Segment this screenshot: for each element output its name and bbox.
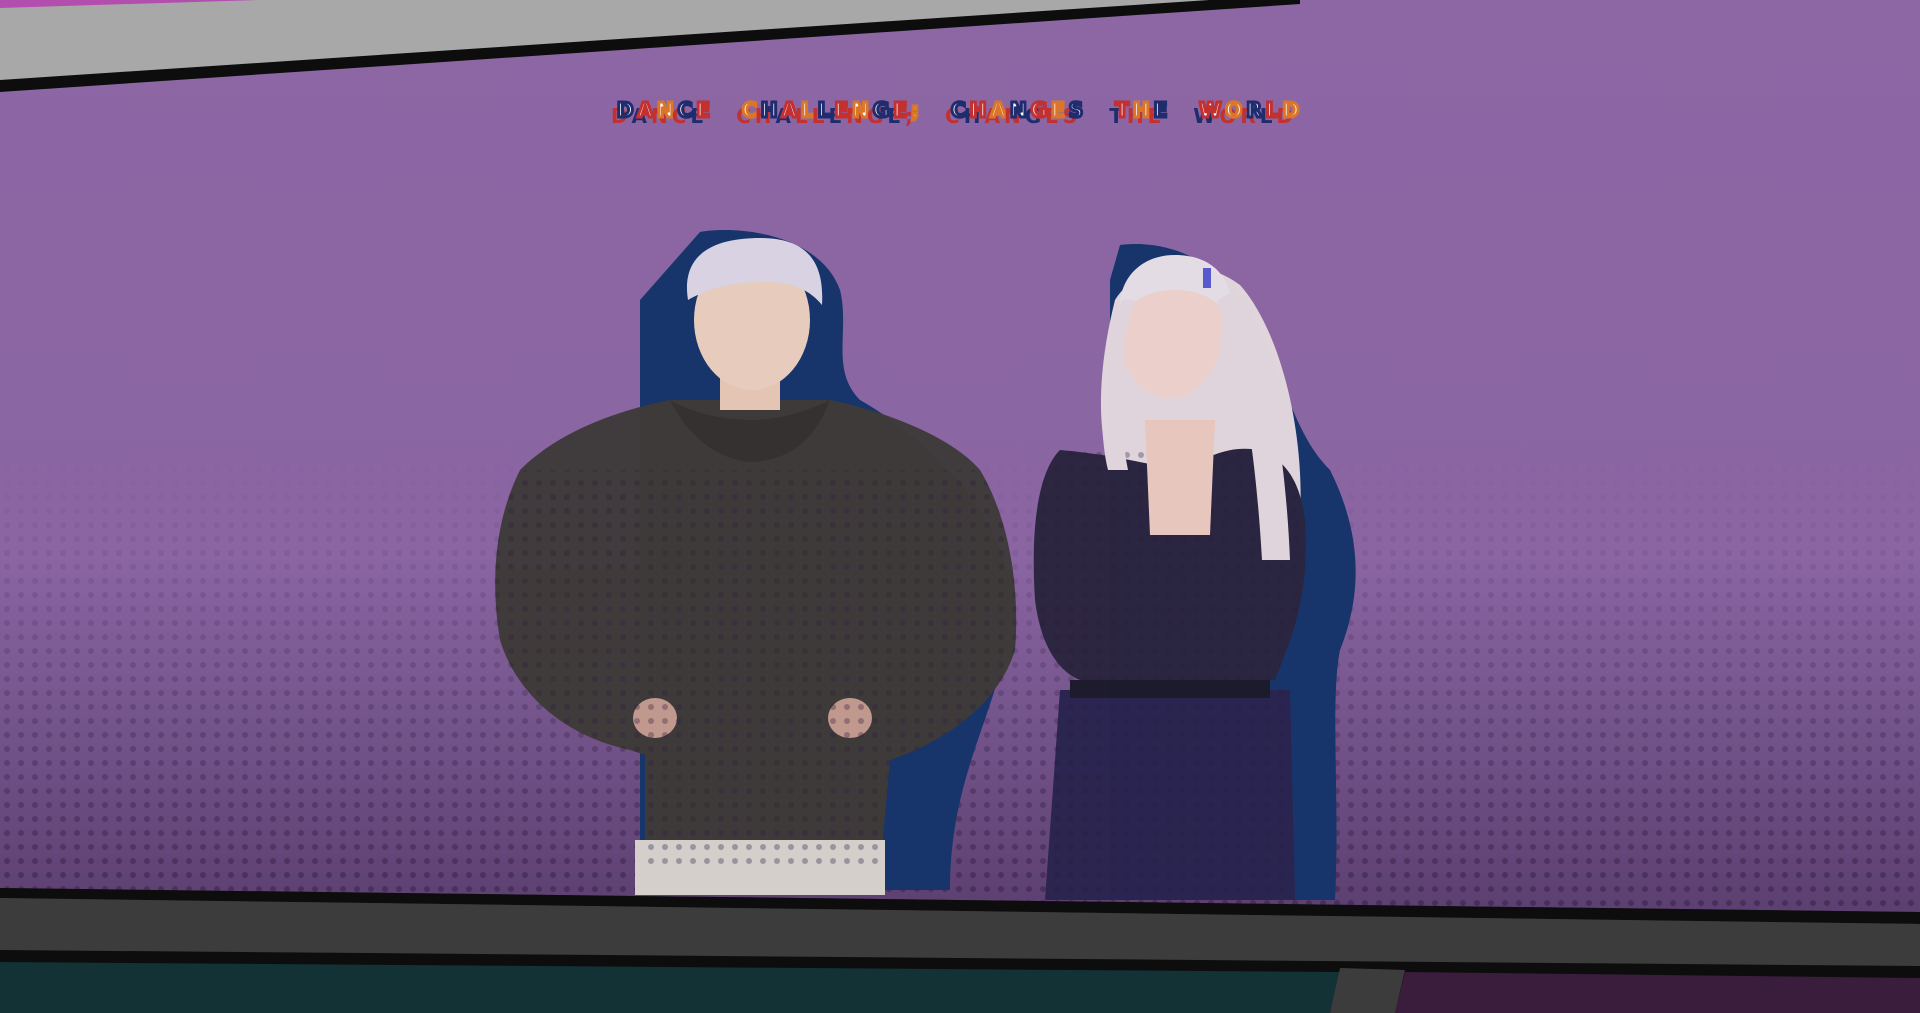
title-letter: C: [950, 98, 970, 122]
title-letter: H: [968, 98, 991, 122]
title-letter: R: [1245, 98, 1266, 122]
title-letter: H: [1131, 98, 1154, 122]
title-letter: O: [1224, 98, 1247, 122]
title-letter: N: [655, 98, 678, 122]
title-letter: E: [1050, 98, 1069, 122]
title-letter: E: [833, 98, 853, 122]
challenge-title: DANCE CHALLENGE; CHANGES THE WORLD: [0, 98, 1920, 122]
title-letter: [714, 100, 742, 120]
title-letter: T: [1114, 98, 1133, 122]
title-letter: L: [1264, 98, 1283, 122]
title-letter: [1087, 100, 1115, 120]
title-letter: H: [759, 98, 782, 122]
title-letter: G: [1029, 98, 1052, 122]
title-letter: G: [871, 98, 894, 122]
title-letter: E: [892, 98, 912, 122]
title-letter: [1171, 100, 1199, 120]
title-letter: A: [636, 98, 657, 122]
title-letter: [923, 100, 951, 120]
title-letter: ;: [910, 98, 924, 122]
title-letter: C: [741, 98, 761, 122]
title-letter: S: [1067, 98, 1088, 122]
title-letter: A: [780, 98, 801, 122]
title-letter: L: [816, 98, 835, 122]
title-letter: E: [695, 98, 715, 122]
title-letter: C: [676, 98, 697, 122]
title-letter: E: [1152, 98, 1172, 122]
title-letter: N: [1008, 98, 1031, 122]
title-letter: D: [1281, 98, 1304, 122]
lower-right-panel: [1395, 972, 1920, 1013]
title-letter: L: [800, 98, 818, 122]
title-letter: D: [615, 98, 638, 122]
title-letter: A: [989, 98, 1010, 122]
title-letter: W: [1198, 98, 1226, 122]
comic-stage: DANCE CHALLENGE; CHANGES THE WORLD: [0, 0, 1920, 1013]
comic-panel-art: [0, 0, 1920, 1013]
title-letter: N: [851, 98, 873, 122]
